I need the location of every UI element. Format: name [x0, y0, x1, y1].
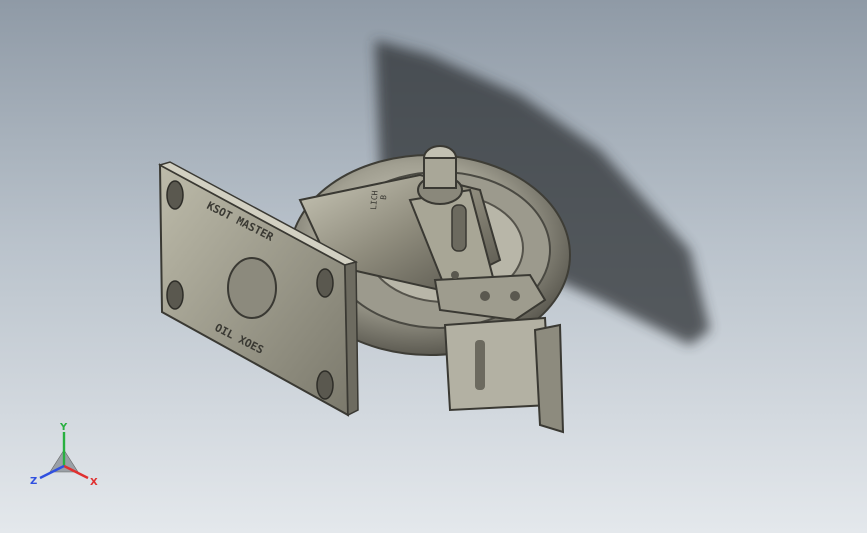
z-axis-label: Z — [30, 476, 37, 487]
fork-text-2: LICH — [369, 190, 380, 210]
y-axis-label: Y — [59, 422, 68, 433]
x-axis-label: X — [90, 477, 98, 488]
caster-model[interactable]: B LICH KSOT MASTER OIL XOES — [0, 0, 867, 533]
fork-text-1: B — [379, 194, 388, 200]
3d-viewport[interactable]: B LICH KSOT MASTER OIL XOES Y X Z — [0, 0, 867, 533]
mount-hole — [316, 370, 334, 400]
plate-boss — [227, 257, 277, 319]
mount-hole — [316, 268, 334, 298]
mount-hole — [166, 180, 184, 210]
mount-hole — [166, 280, 184, 310]
orientation-triad: Y X Z — [30, 422, 98, 488]
axle-nut — [417, 145, 463, 205]
